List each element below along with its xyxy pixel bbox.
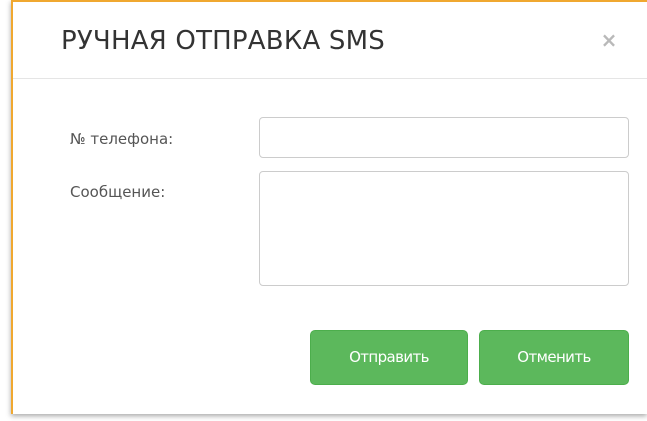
send-button[interactable]: Отправить: [310, 330, 468, 385]
message-textarea[interactable]: [259, 171, 629, 286]
dialog-title: РУЧНАЯ ОТПРАВКА SMS: [61, 26, 385, 56]
close-icon[interactable]: ×: [599, 28, 619, 52]
background-backdrop: [0, 0, 11, 421]
phone-label: № телефона:: [70, 130, 174, 148]
dialog-header: РУЧНАЯ ОТПРАВКА SMS ×: [13, 2, 647, 79]
message-label: Сообщение:: [70, 183, 166, 201]
phone-input[interactable]: [259, 117, 629, 158]
sms-dialog: РУЧНАЯ ОТПРАВКА SMS × № телефона: Сообще…: [11, 0, 647, 414]
cancel-button[interactable]: Отменить: [479, 330, 629, 385]
